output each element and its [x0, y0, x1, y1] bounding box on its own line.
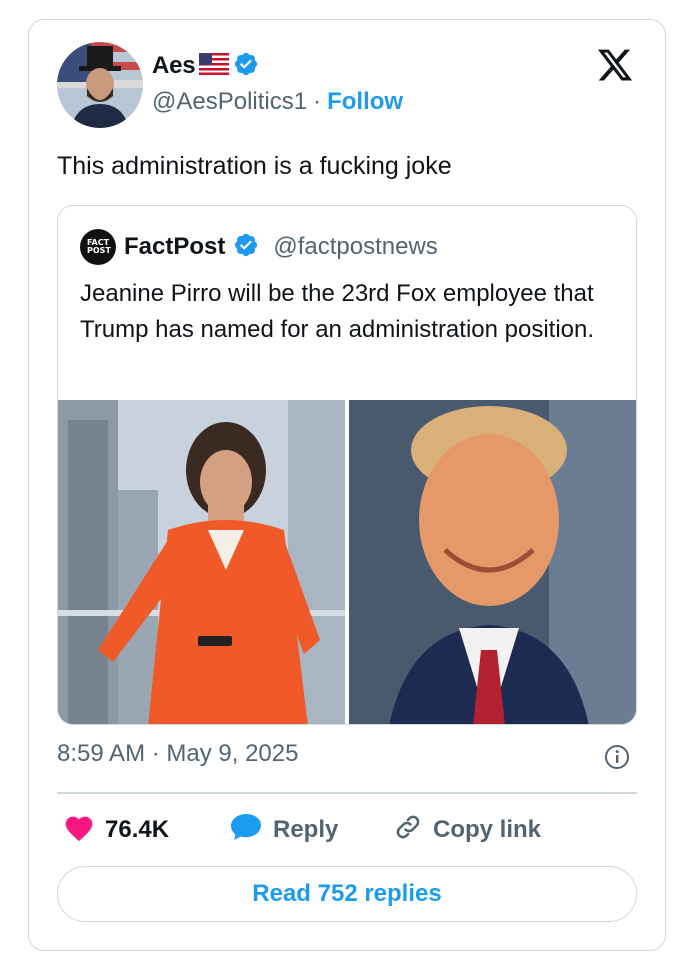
reply-bubble-icon: [229, 812, 263, 849]
author-avatar[interactable]: [57, 42, 143, 128]
tweet-text: This administration is a fucking joke: [57, 152, 452, 180]
quoted-author-handle[interactable]: @factpostnews: [273, 233, 437, 261]
author-name[interactable]: Aes: [152, 52, 196, 80]
copy-link-button[interactable]: Copy link: [393, 808, 541, 852]
action-bar: 76.4K Reply Copy link: [57, 808, 637, 852]
verified-badge-icon: [233, 232, 259, 263]
quoted-text: Jeanine Pirro will be the 23rd Fox emplo…: [80, 280, 595, 343]
tweet-timestamp[interactable]: 8:59 AM · May 9, 2025: [57, 740, 298, 768]
info-icon[interactable]: [604, 744, 630, 770]
reply-label: Reply: [273, 816, 339, 843]
read-replies-button[interactable]: Read 752 replies: [57, 866, 637, 922]
quoted-author-name[interactable]: FactPost: [124, 233, 225, 261]
quoted-photo-right[interactable]: [349, 400, 636, 724]
divider: [57, 792, 637, 794]
quoted-header: FACT POST FactPost @factpostnews: [80, 229, 438, 265]
verified-badge-icon: [233, 51, 259, 82]
separator-dot: ·: [313, 88, 322, 115]
quoted-tweet[interactable]: FACT POST FactPost @factpostnews Jeanine…: [57, 205, 637, 725]
follow-button[interactable]: Follow: [327, 88, 403, 116]
like-count: 76.4K: [105, 816, 170, 843]
author-name-row: Aes: [152, 50, 259, 82]
factpost-logo-icon: FACT POST: [80, 229, 116, 265]
heart-icon: [63, 812, 95, 849]
factpost-logo-text: FACT POST: [87, 238, 111, 255]
x-logo-icon[interactable]: [596, 46, 634, 84]
like-button[interactable]: 76.4K: [63, 808, 169, 852]
us-flag-icon: [199, 52, 230, 80]
author-handle-row: @AesPolitics1 · Follow: [152, 88, 403, 116]
link-icon: [393, 812, 423, 849]
author-handle[interactable]: @AesPolitics1: [152, 88, 307, 116]
copy-link-label: Copy link: [433, 816, 542, 843]
quoted-photo-left[interactable]: [58, 400, 345, 724]
reply-button[interactable]: Reply: [229, 808, 338, 852]
